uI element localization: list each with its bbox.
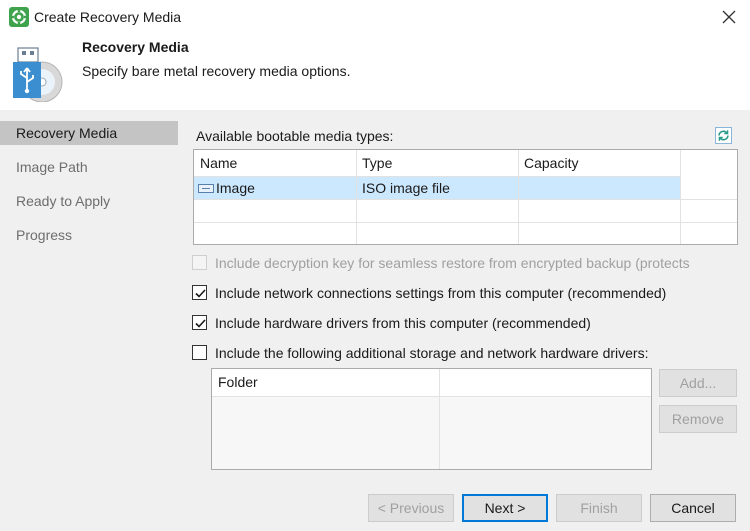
finish-button[interactable]: Finish [556,494,642,522]
option-label: Include network connections settings fro… [215,285,667,301]
refresh-icon[interactable] [715,127,732,144]
media-types-table[interactable]: Name Type Capacity Image ISO image file [193,149,738,245]
nav-step-image-path[interactable]: Image Path [0,155,178,179]
option-label: Include hardware drivers from this compu… [215,315,591,331]
checkbox-unchecked[interactable] [192,345,207,360]
column-header-name[interactable]: Name [194,150,356,176]
nav-step-ready-to-apply[interactable]: Ready to Apply [0,189,178,213]
drivers-folder-table[interactable]: Folder [211,368,652,470]
wizard-header: Recovery Media Specify bare metal recove… [0,34,750,110]
wizard-footer: < Previous Next > Finish Cancel [0,482,750,531]
wizard-content: Available bootable media types: Name Typ… [178,110,750,482]
image-file-icon [198,183,214,193]
media-types-label: Available bootable media types: [196,128,394,144]
close-icon[interactable] [713,2,743,32]
nav-step-progress[interactable]: Progress [0,223,178,247]
cancel-button[interactable]: Cancel [650,494,736,522]
checkmark-icon [195,289,206,298]
page-subtitle: Specify bare metal recovery media option… [82,63,351,79]
media-row-capacity [518,176,680,200]
media-name-text: Image [216,180,255,196]
nav-step-recovery-media[interactable]: Recovery Media [0,121,178,145]
table-empty-area [212,396,651,469]
add-folder-button[interactable]: Add... [659,369,737,397]
media-row-type: ISO image file [362,180,450,196]
usb-disc-icon [13,47,63,102]
column-divider [680,150,681,244]
column-header-folder[interactable]: Folder [212,369,439,396]
checkbox-checked[interactable] [192,285,207,300]
checkmark-icon [195,319,206,328]
next-button[interactable]: Next > [462,494,548,522]
column-header-type[interactable]: Type [356,150,518,176]
media-row-name[interactable]: Image [194,176,356,200]
window-title: Create Recovery Media [34,9,182,25]
previous-button[interactable]: < Previous [368,494,454,522]
remove-folder-button[interactable]: Remove [659,405,737,433]
header-divider [212,396,651,397]
column-header-capacity[interactable]: Capacity [518,150,680,176]
title-bar: Create Recovery Media [0,0,750,34]
recovery-app-icon [9,7,29,27]
option-label: Include decryption key for seamless rest… [215,255,690,271]
page-title: Recovery Media [82,39,189,55]
option-label: Include the following additional storage… [215,345,649,361]
wizard-steps-nav: Recovery Media Image Path Ready to Apply… [0,110,178,482]
row-divider [194,222,737,223]
column-header-blank[interactable] [439,369,651,396]
checkbox-checked[interactable] [192,315,207,330]
checkbox-unchecked[interactable] [192,255,207,270]
